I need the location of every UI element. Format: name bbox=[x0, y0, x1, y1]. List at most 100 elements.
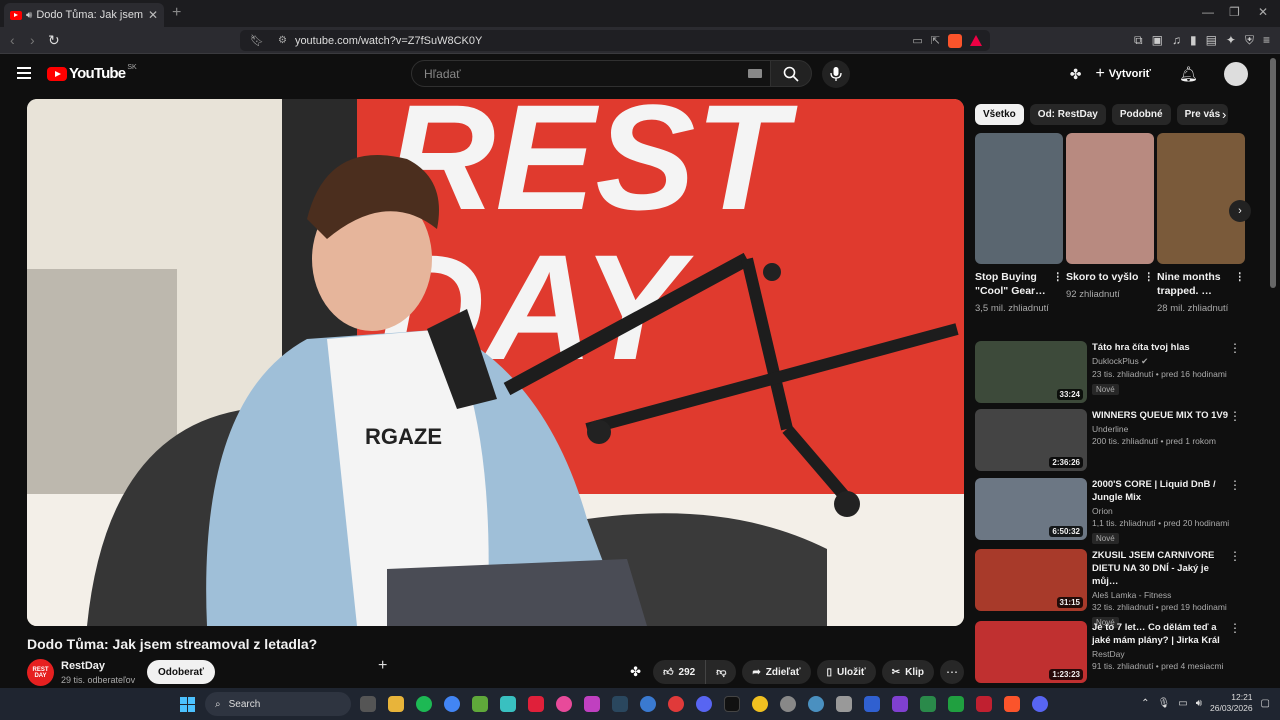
screenshot-icon[interactable]: ▣ bbox=[1152, 33, 1163, 48]
mic-tray-icon[interactable]: 🎙︎ bbox=[1158, 698, 1171, 709]
more-vert-icon[interactable]: ⋮ bbox=[1229, 478, 1241, 492]
steam-icon[interactable] bbox=[612, 696, 628, 712]
clock[interactable]: 12:21 26/03/2026 bbox=[1210, 692, 1253, 714]
short-thumbnail[interactable] bbox=[1066, 133, 1154, 264]
page-scrollbar[interactable] bbox=[1270, 58, 1276, 288]
create-button[interactable]: + Vytvoriť bbox=[1095, 65, 1151, 83]
recommendation-item[interactable]: 2:36:26 WINNERS QUEUE MIX TO 1V9 Underli… bbox=[975, 409, 1245, 471]
app-chart-icon[interactable] bbox=[948, 696, 964, 712]
chip-from-channel[interactable]: Od: RestDay bbox=[1029, 104, 1106, 125]
app-dark-blue-icon[interactable] bbox=[864, 696, 880, 712]
chip-related[interactable]: Podobné bbox=[1111, 104, 1171, 125]
more-vert-icon[interactable]: ⋮ bbox=[1235, 270, 1246, 284]
app-crimson-icon[interactable] bbox=[976, 696, 992, 712]
forward-icon[interactable]: › bbox=[30, 32, 35, 48]
chrome-icon[interactable] bbox=[444, 696, 460, 712]
app-red-icon[interactable] bbox=[528, 696, 544, 712]
search-button[interactable] bbox=[770, 60, 812, 87]
subscribe-button[interactable]: Odoberať bbox=[147, 660, 215, 684]
app-blue-icon[interactable] bbox=[640, 696, 656, 712]
video-thumbnail[interactable]: 33:24 bbox=[975, 341, 1087, 403]
short-thumbnail[interactable] bbox=[975, 133, 1063, 264]
video-thumbnail[interactable]: 31:15 bbox=[975, 549, 1087, 611]
dislike-button[interactable]: 👎︎ bbox=[706, 660, 737, 684]
video-thumbnail[interactable]: 6:50:32 bbox=[975, 478, 1087, 540]
menu-icon[interactable]: ≡ bbox=[1263, 33, 1270, 48]
cast-icon[interactable]: ▭ bbox=[912, 34, 922, 47]
sidebar-icon[interactable]: ▮ bbox=[1190, 33, 1197, 48]
taskbar-search[interactable]: ⌕ Search bbox=[205, 692, 351, 716]
minecraft-icon[interactable] bbox=[472, 696, 488, 712]
reload-icon[interactable]: ↻ bbox=[48, 32, 60, 49]
vpn-icon[interactable]: ⛨ bbox=[1245, 33, 1254, 48]
back-icon[interactable]: ‹ bbox=[10, 32, 15, 48]
network-icon[interactable]: ▭ bbox=[1178, 698, 1187, 709]
youtube-logo[interactable]: YouTube SK bbox=[47, 64, 137, 82]
brave-browser-icon[interactable] bbox=[1004, 696, 1020, 712]
more-vert-icon[interactable]: ⋮ bbox=[1229, 341, 1241, 355]
discord-icon[interactable] bbox=[1032, 696, 1048, 712]
chip-all[interactable]: Všetko bbox=[975, 104, 1024, 125]
app-yellow-icon[interactable] bbox=[752, 696, 768, 712]
ask-ai-icon[interactable]: ✤ bbox=[630, 664, 641, 680]
spotify-icon[interactable] bbox=[416, 696, 432, 712]
account-avatar[interactable] bbox=[1224, 62, 1248, 86]
more-actions-button[interactable]: ⋯ bbox=[940, 660, 964, 684]
discord-game-icon[interactable] bbox=[696, 696, 712, 712]
maximize-icon[interactable]: ❐ bbox=[1229, 5, 1240, 19]
minimize-icon[interactable]: — bbox=[1202, 5, 1214, 19]
video-player[interactable]: REST DAY RGAZE bbox=[27, 99, 964, 626]
volume-icon[interactable]: 🔊︎ bbox=[1196, 698, 1202, 709]
bookmark-icon[interactable]: 🔖︎ bbox=[250, 34, 264, 47]
url-bar[interactable]: 🔖︎ ⚙︎ youtube.com/watch?v=Z7fSuW8CK0Y ▭ … bbox=[240, 30, 990, 51]
brave-rewards-icon[interactable] bbox=[970, 35, 982, 46]
task-view-icon[interactable] bbox=[360, 696, 376, 712]
video-thumbnail[interactable]: 1:23:23 bbox=[975, 621, 1087, 683]
channel-name[interactable]: RestDay bbox=[61, 660, 105, 672]
app-gray-icon[interactable] bbox=[780, 696, 796, 712]
new-tab-button[interactable]: + bbox=[172, 4, 181, 22]
app-circle-icon[interactable] bbox=[668, 696, 684, 712]
short-thumbnail[interactable] bbox=[1157, 133, 1245, 264]
save-button[interactable]: ▯ Uložiť bbox=[816, 660, 876, 684]
more-vert-icon[interactable]: ⋮ bbox=[1053, 270, 1064, 284]
channel-avatar[interactable]: REST DAY bbox=[27, 659, 54, 686]
clip-button[interactable]: ✂ Klip bbox=[881, 660, 934, 684]
media-icon[interactable]: ♫ bbox=[1172, 33, 1181, 48]
short-item[interactable]: Nine months trapped. … ⋮ 28 mil. zhliadnu… bbox=[1157, 133, 1245, 315]
more-vert-icon[interactable]: ⋮ bbox=[1229, 409, 1241, 423]
shorts-next-button[interactable]: › bbox=[1229, 200, 1251, 222]
leo-ai-icon[interactable]: ✦ bbox=[1226, 33, 1236, 48]
browser-tab[interactable]: 🔊︎ Dodo Tůma: Jak jsem streamoval z leta… bbox=[4, 3, 164, 27]
chips-next-icon[interactable]: › bbox=[1222, 107, 1226, 122]
app-green-icon[interactable] bbox=[920, 696, 936, 712]
chevron-up-icon[interactable]: ⌃ bbox=[1141, 698, 1149, 709]
app-globe-icon[interactable] bbox=[808, 696, 824, 712]
brave-shields-icon[interactable] bbox=[948, 33, 962, 48]
app-pink-icon[interactable] bbox=[556, 696, 572, 712]
speaker-icon[interactable]: 🔊︎ bbox=[26, 10, 32, 21]
app-white-icon[interactable] bbox=[836, 696, 852, 712]
chip-for-you[interactable]: Pre vás bbox=[1176, 104, 1229, 125]
extensions-icon[interactable]: ⧉ bbox=[1134, 33, 1143, 48]
file-explorer-icon[interactable] bbox=[388, 696, 404, 712]
short-item[interactable]: Stop Buying "Cool" Gear… ⋮ 3,5 mil. zhlia… bbox=[975, 133, 1063, 315]
ai-sparkle-icon[interactable]: ✤ bbox=[1070, 66, 1082, 83]
close-tab-icon[interactable]: ✕ bbox=[148, 8, 158, 22]
app-violet-icon[interactable] bbox=[892, 696, 908, 712]
windows-start-icon[interactable] bbox=[180, 697, 195, 712]
like-button[interactable]: 👍︎ 292 bbox=[653, 660, 707, 684]
notes-icon[interactable] bbox=[500, 696, 516, 712]
keyboard-icon[interactable] bbox=[748, 69, 762, 78]
notifications-bell-icon[interactable]: 🔔︎ bbox=[1179, 65, 1198, 83]
more-vert-icon[interactable]: ⋮ bbox=[1144, 270, 1155, 284]
more-vert-icon[interactable]: ⋮ bbox=[1229, 549, 1241, 563]
more-vert-icon[interactable]: ⋮ bbox=[1229, 621, 1241, 635]
notification-icon[interactable]: ▢ bbox=[1261, 698, 1270, 709]
search-input[interactable]: Hľadať bbox=[411, 60, 771, 87]
app-purple-icon[interactable] bbox=[584, 696, 600, 712]
guide-menu-icon[interactable] bbox=[17, 67, 31, 79]
recommendation-item[interactable]: 33:24 Táto hra číta tvoj hlas DuklockPlu… bbox=[975, 341, 1245, 403]
video-thumbnail[interactable]: 2:36:26 bbox=[975, 409, 1087, 471]
share-button[interactable]: ➦ Zdieľať bbox=[742, 660, 811, 684]
